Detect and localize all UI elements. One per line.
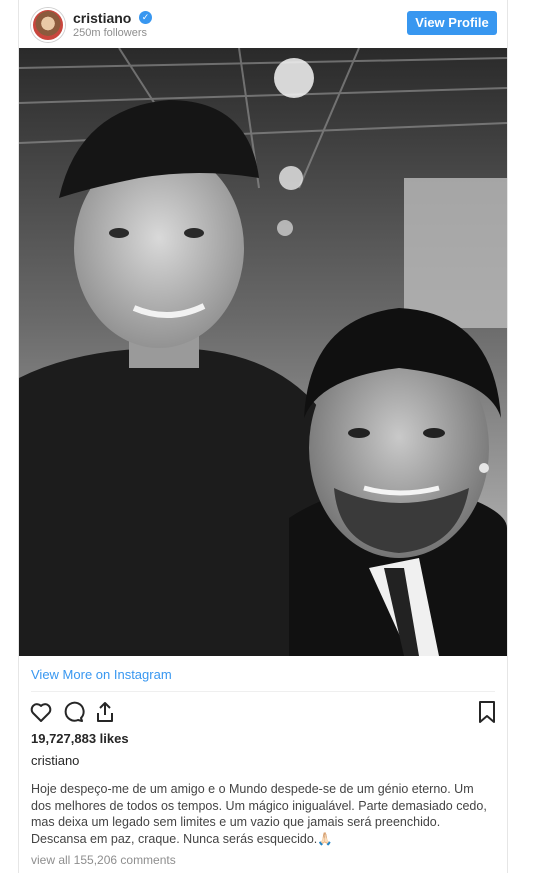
divider — [31, 691, 495, 692]
avatar[interactable] — [31, 8, 65, 42]
post-photo — [19, 48, 507, 656]
follower-count: 250m followers — [73, 27, 147, 39]
post-image[interactable] — [19, 48, 507, 656]
view-more-link[interactable]: View More on Instagram — [31, 667, 172, 682]
caption-text: Hoje despeço-me de um amigo e o Mundo de… — [31, 782, 487, 846]
verified-badge-icon: ✓ — [139, 11, 152, 24]
instagram-embed-card: cristiano ✓ 250m followers View Profile — [18, 0, 508, 873]
heart-icon[interactable] — [29, 700, 53, 724]
view-profile-button[interactable]: View Profile — [407, 11, 497, 35]
username[interactable]: cristiano — [73, 10, 131, 26]
share-icon[interactable] — [93, 700, 117, 724]
caption-username[interactable]: cristiano — [31, 753, 79, 768]
like-count: 19,727,883 likes — [31, 731, 129, 746]
bookmark-icon[interactable] — [475, 700, 499, 724]
post-header: cristiano ✓ 250m followers View Profile — [19, 0, 507, 48]
view-comments-link[interactable]: view all 155,206 comments — [31, 853, 176, 867]
comment-icon[interactable] — [61, 700, 85, 724]
action-bar — [19, 700, 507, 726]
